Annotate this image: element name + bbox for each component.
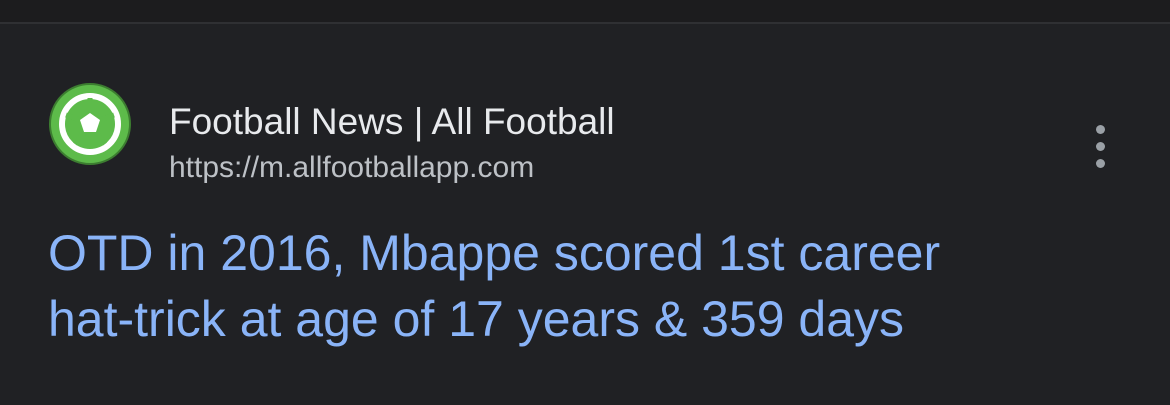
more-vert-icon[interactable]	[1082, 114, 1118, 178]
menu-dot	[1095, 141, 1105, 151]
soccer-ball-icon[interactable]	[48, 82, 132, 166]
menu-dot	[1095, 124, 1105, 134]
menu-dot	[1095, 158, 1105, 168]
headline-line-2: hat-trick at age of 17 years & 359 days	[48, 291, 905, 347]
search-result-card: Football News | All Football https://m.a…	[0, 24, 1170, 405]
top-divider	[0, 0, 1170, 24]
result-headline-link[interactable]: OTD in 2016, Mbappe scored 1st career ha…	[48, 220, 1138, 352]
site-url[interactable]: https://m.allfootballapp.com	[169, 150, 534, 186]
site-name[interactable]: Football News | All Football	[169, 100, 615, 144]
headline-line-1: OTD in 2016, Mbappe scored 1st career	[48, 225, 941, 281]
search-results-page: Football News | All Football https://m.a…	[0, 0, 1170, 405]
